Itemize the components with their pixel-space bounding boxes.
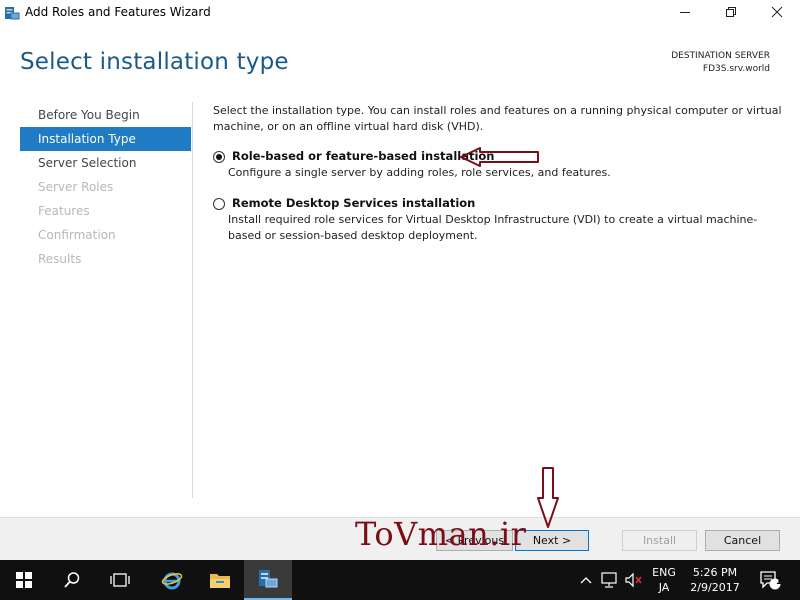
- destination-label: DESTINATION SERVER: [671, 51, 770, 61]
- restore-button[interactable]: [708, 0, 754, 24]
- wizard-nav: Before You Begin Installation Type Serve…: [20, 103, 191, 271]
- cancel-button[interactable]: Cancel: [705, 530, 780, 551]
- wizard-taskbar-button[interactable]: [244, 560, 292, 600]
- nav-item-features: Features: [38, 204, 90, 218]
- destination-server-name: FD3S.srv.world: [702, 64, 770, 74]
- remote-desktop-description: Install required role services for Virtu…: [228, 213, 758, 242]
- search-button[interactable]: [48, 560, 96, 600]
- intro-text: Select the installation type. You can in…: [213, 104, 782, 133]
- nav-item-server-roles: Server Roles: [38, 180, 114, 194]
- nav-item-installation-type[interactable]: Installation Type: [20, 127, 191, 151]
- server-manager-icon: [4, 5, 20, 21]
- task-view-button[interactable]: [96, 560, 144, 600]
- folder-icon: [210, 574, 230, 588]
- network-button[interactable]: [598, 560, 622, 600]
- clock[interactable]: 5:26 PM 2/9/2017: [686, 565, 744, 595]
- install-button: Install: [622, 530, 697, 551]
- server-manager-icon: [259, 570, 278, 588]
- nav-item-before-you-begin[interactable]: Before You Begin: [20, 103, 191, 127]
- nav-item-results: Results: [38, 252, 82, 266]
- window-title: Add Roles and Features Wizard: [25, 5, 211, 19]
- language-bottom: JA: [658, 581, 670, 594]
- search-icon: [64, 572, 80, 588]
- volume-button[interactable]: [622, 560, 646, 600]
- language-top: ENG: [652, 566, 676, 579]
- minimize-icon: [680, 12, 690, 13]
- remote-desktop-label[interactable]: Remote Desktop Services installation: [232, 196, 475, 210]
- clock-date: 2/9/2017: [690, 581, 740, 594]
- role-based-radio[interactable]: [213, 151, 225, 163]
- minimize-button[interactable]: [662, 0, 708, 24]
- internet-explorer-icon: [161, 572, 183, 590]
- page-title: Select installation type: [20, 49, 289, 75]
- nav-item-confirmation: Confirmation: [38, 228, 116, 242]
- close-icon: [771, 6, 783, 18]
- nav-divider: [192, 102, 193, 498]
- network-icon: [601, 572, 617, 588]
- destination-server: DESTINATION SERVER FD3S.srv.world: [671, 50, 770, 76]
- nav-item-server-selection[interactable]: Server Selection: [20, 151, 191, 175]
- windows-logo-icon: [16, 572, 32, 588]
- internet-explorer-button[interactable]: [148, 560, 196, 600]
- role-based-description: Configure a single server by adding role…: [228, 166, 611, 179]
- notifications-button[interactable]: 1: [752, 560, 788, 600]
- task-view-icon: [110, 573, 130, 587]
- file-explorer-button[interactable]: [196, 560, 244, 600]
- title-bar[interactable]: Add Roles and Features Wizard: [0, 0, 800, 26]
- show-hidden-icons-button[interactable]: [576, 560, 596, 600]
- close-button[interactable]: [754, 0, 800, 24]
- start-button[interactable]: [0, 560, 48, 600]
- clock-time: 5:26 PM: [692, 566, 738, 579]
- chevron-up-icon: [580, 577, 592, 584]
- role-based-label[interactable]: Role-based or feature-based installation: [232, 149, 494, 163]
- taskbar: ENG JA 5:26 PM 2/9/2017 1: [0, 560, 800, 600]
- remote-desktop-radio[interactable]: [213, 198, 225, 210]
- watermark-text: ToVman.ir: [355, 515, 527, 553]
- notification-count: 1: [775, 577, 783, 587]
- restore-icon: [726, 7, 736, 17]
- volume-muted-icon: [625, 572, 642, 588]
- language-indicator[interactable]: ENG JA: [648, 565, 680, 595]
- wizard-window: Add Roles and Features Wizard Select ins…: [0, 0, 800, 560]
